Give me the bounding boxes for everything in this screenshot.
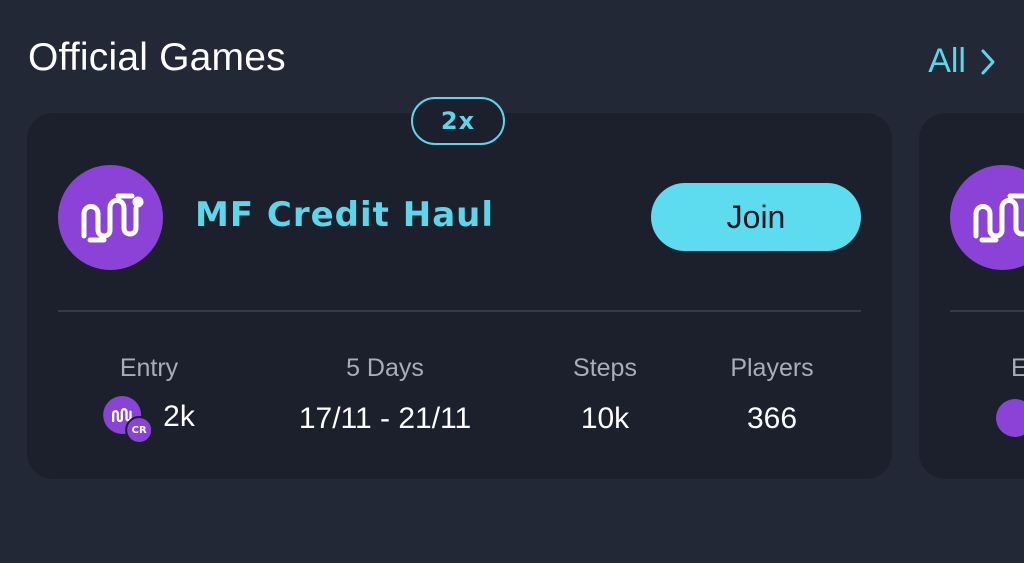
game-title: MF Credit Haul <box>195 195 495 235</box>
mf-brand-icon <box>950 165 1024 270</box>
join-button[interactable]: Join <box>651 183 861 251</box>
duration-value: 17/11 - 21/11 <box>298 402 472 435</box>
entry-label: E <box>1011 354 1024 382</box>
game-card-next[interactable]: E <box>919 113 1024 479</box>
stat-steps: Steps 10k <box>573 354 637 436</box>
players-value: 366 <box>746 402 798 435</box>
section-title: Official Games <box>28 36 286 79</box>
card-divider <box>58 310 861 312</box>
card-divider <box>950 310 1024 312</box>
credit-coin-icon: CR <box>103 396 154 444</box>
steps-label: Steps <box>573 354 637 382</box>
duration-label: 5 Days <box>346 354 424 382</box>
stat-duration: 5 Days 17/11 - 21/11 <box>299 354 471 436</box>
entry-value-row: CR 2k <box>103 396 195 444</box>
players-label: Players <box>730 354 814 382</box>
steps-value: 10k <box>580 402 630 435</box>
mf-brand-icon <box>58 165 163 270</box>
see-all-label: All <box>928 42 966 80</box>
entry-label: Entry <box>119 354 179 382</box>
official-games-screen: Official Games All MF Credit Haul Join E… <box>0 0 1024 563</box>
chevron-right-icon <box>981 49 995 74</box>
multiplier-badge: 2x <box>411 97 505 145</box>
see-all-link[interactable]: All <box>928 42 996 81</box>
game-card[interactable]: MF Credit Haul Join Entry CR 2k 5 Days 1… <box>27 113 892 479</box>
credit-coin-icon <box>996 399 1024 441</box>
currency-badge: CR <box>125 416 154 444</box>
entry-value: 2k <box>163 400 195 433</box>
stat-players: Players 366 <box>730 354 813 436</box>
stat-entry: Entry CR 2k <box>103 354 195 444</box>
